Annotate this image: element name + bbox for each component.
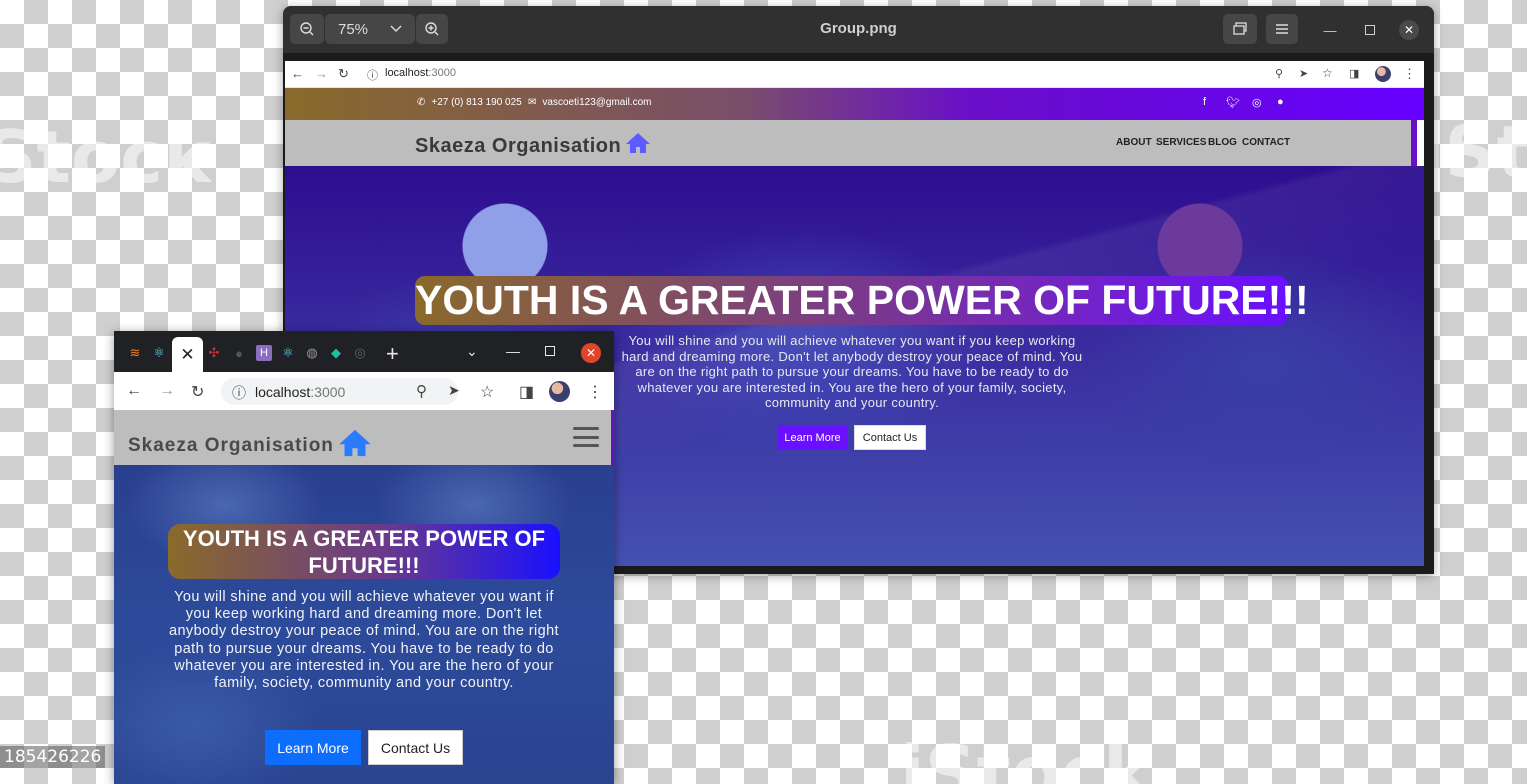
- avatar[interactable]: [549, 381, 570, 402]
- send-icon[interactable]: ➤: [448, 382, 460, 399]
- twitter-icon[interactable]: 🐦︎: [1226, 96, 1240, 109]
- phone-item: ✆ +27 (0) 813 190 025: [417, 97, 522, 108]
- globe-tab-icon[interactable]: ◍: [304, 345, 320, 361]
- hamburger-icon: [1275, 23, 1289, 35]
- watermark-text: iStock: [0, 115, 211, 199]
- nav-about[interactable]: ABOUT: [1116, 137, 1152, 148]
- gallery-icon: [1232, 21, 1248, 37]
- new-tab-button[interactable]: +: [386, 341, 399, 367]
- star-icon: ☆: [1322, 66, 1333, 80]
- chrome-tab-icon[interactable]: ◎: [352, 345, 368, 361]
- mobile-url[interactable]: localhost:3000: [255, 384, 345, 400]
- mobile-browser-window: ≋ ⚛ ✕ ✣ ● H ⚛ ◍ ◆ ◎ + ⌄ — ✕ ← → ↻ ⓘ loca…: [114, 331, 614, 784]
- zoom-icon[interactable]: ⚲: [416, 382, 427, 400]
- instagram-icon[interactable]: ◎: [1252, 96, 1262, 109]
- mobile-hero-heading: YOUTH IS A GREATER POWER OF FUTURE!!!: [168, 524, 560, 579]
- nav-services[interactable]: SERVICES: [1156, 137, 1206, 148]
- zoom-icon: ⚲: [1275, 68, 1284, 80]
- stackoverflow-tab-icon[interactable]: ≋: [127, 345, 143, 361]
- more-icon: ⋮: [1403, 66, 1416, 81]
- url-host: localhost: [385, 67, 429, 79]
- nav-blog[interactable]: BLOG: [1208, 137, 1237, 148]
- nav-contact[interactable]: CONTACT: [1242, 137, 1290, 148]
- heroku-tab-icon[interactable]: H: [256, 345, 272, 361]
- close-button[interactable]: ✕: [581, 343, 601, 363]
- avatar: [1375, 66, 1391, 82]
- viewer-title: Group.png: [820, 20, 897, 37]
- maximize-icon: [545, 346, 555, 356]
- tab-search-chevron-icon[interactable]: ⌄: [466, 343, 478, 360]
- info-icon: ⓘ: [367, 70, 378, 82]
- sidepanel-icon[interactable]: ◨: [519, 382, 534, 402]
- reload-icon[interactable]: ↻: [191, 382, 204, 402]
- back-icon[interactable]: ←: [126, 382, 142, 400]
- desktop-contact-bar: ✆ +27 (0) 813 190 025 ✉ vascoeti123@gmai…: [285, 88, 1424, 120]
- reload-icon: ↻: [338, 66, 349, 81]
- sidepanel-icon: ◨: [1349, 68, 1360, 80]
- home-icon: [625, 132, 651, 160]
- tab-strip: ≋ ⚛ ✕ ✣ ● H ⚛ ◍ ◆ ◎ + ⌄ — ✕: [114, 331, 614, 372]
- close-icon: ✕: [585, 346, 597, 360]
- menu-button[interactable]: [1266, 14, 1298, 44]
- watermark-text: iStock: [900, 730, 1151, 784]
- stock-id-label: 185426226: [0, 746, 106, 768]
- desktop-url: localhost:3000: [385, 67, 456, 79]
- active-tab[interactable]: ✕: [172, 337, 203, 372]
- desktop-hero-paragraph: You will shine and you will achieve what…: [621, 333, 1083, 411]
- mobile-hero-paragraph: You will shine and you will achieve what…: [169, 589, 559, 692]
- hamburger-menu-button[interactable]: [573, 427, 599, 447]
- star-icon[interactable]: ☆: [480, 382, 494, 402]
- contact-us-button[interactable]: Contact Us: [368, 730, 463, 765]
- minimize-button[interactable]: —: [1320, 20, 1340, 40]
- diamond-tab-icon[interactable]: ◆: [328, 345, 344, 361]
- mobile-address-bar: ← → ↻ ⓘ localhost:3000 ⚲ ➤ ☆ ◨ ⋮: [114, 372, 614, 410]
- facebook-icon[interactable]: f: [1203, 96, 1206, 108]
- react-tab-icon[interactable]: ⚛: [280, 345, 296, 361]
- phone-icon: ✆: [417, 97, 426, 108]
- forward-icon[interactable]: →: [159, 382, 175, 400]
- maximize-icon: [1365, 25, 1375, 35]
- desktop-brand[interactable]: Skaeza Organisation: [415, 132, 651, 160]
- gallery-button[interactable]: [1223, 14, 1257, 44]
- mail-icon: ✉: [528, 97, 537, 108]
- close-icon: ✕: [1403, 23, 1415, 37]
- react-tab-icon[interactable]: ⚛: [151, 345, 167, 361]
- close-tab-icon[interactable]: ✕: [180, 345, 194, 365]
- email-item: ✉ vascoeti123@gmail.com: [528, 97, 651, 108]
- contact-us-button[interactable]: Contact Us: [854, 425, 926, 450]
- more-icon[interactable]: ⋮: [587, 382, 603, 402]
- send-icon: ➤: [1299, 68, 1309, 80]
- watermark-text: iStock: [1420, 110, 1527, 194]
- mobile-hero: YOUTH IS A GREATER POWER OF FUTURE!!! Yo…: [114, 465, 614, 784]
- brand-text: Skaeza Organisation: [415, 134, 622, 157]
- maximize-button[interactable]: [1360, 20, 1380, 40]
- brand-text: Skaeza Organisation: [128, 435, 334, 456]
- forward-icon: →: [315, 66, 328, 81]
- desktop-navbar: Skaeza Organisation ABOUT SERVICES BLOG …: [285, 120, 1417, 166]
- learn-more-button[interactable]: Learn More: [777, 425, 848, 450]
- url-port: :3000: [428, 67, 456, 79]
- github-tab-icon[interactable]: ●: [231, 345, 247, 361]
- email-address: vascoeti123@gmail.com: [542, 97, 652, 108]
- desktop-hero-heading: YOUTH IS A GREATER POWER OF FUTURE!!!: [415, 276, 1309, 325]
- learn-more-button[interactable]: Learn More: [265, 730, 361, 765]
- phone-number: +27 (0) 813 190 025: [431, 97, 522, 108]
- mobile-navbar: Skaeza Organisation: [114, 410, 614, 465]
- close-button[interactable]: ✕: [1399, 20, 1419, 40]
- minimize-button[interactable]: —: [506, 343, 520, 359]
- info-icon[interactable]: ⓘ: [232, 383, 246, 403]
- mobile-brand[interactable]: Skaeza Organisation: [128, 428, 372, 464]
- url-host: localhost: [255, 384, 311, 400]
- github-icon[interactable]: ●: [1277, 96, 1284, 108]
- back-icon: ←: [291, 66, 304, 81]
- home-icon: [338, 428, 372, 464]
- maximize-button[interactable]: [545, 343, 555, 359]
- viewer-titlebar: 75% Group.png — ✕: [283, 6, 1434, 53]
- url-port: :3000: [310, 384, 346, 400]
- desktop-address-bar: ← → ↻ ⓘ localhost:3000 ⚲ ➤ ☆ ◨ ⋮: [285, 61, 1424, 88]
- tab-icon[interactable]: ✣: [206, 345, 222, 361]
